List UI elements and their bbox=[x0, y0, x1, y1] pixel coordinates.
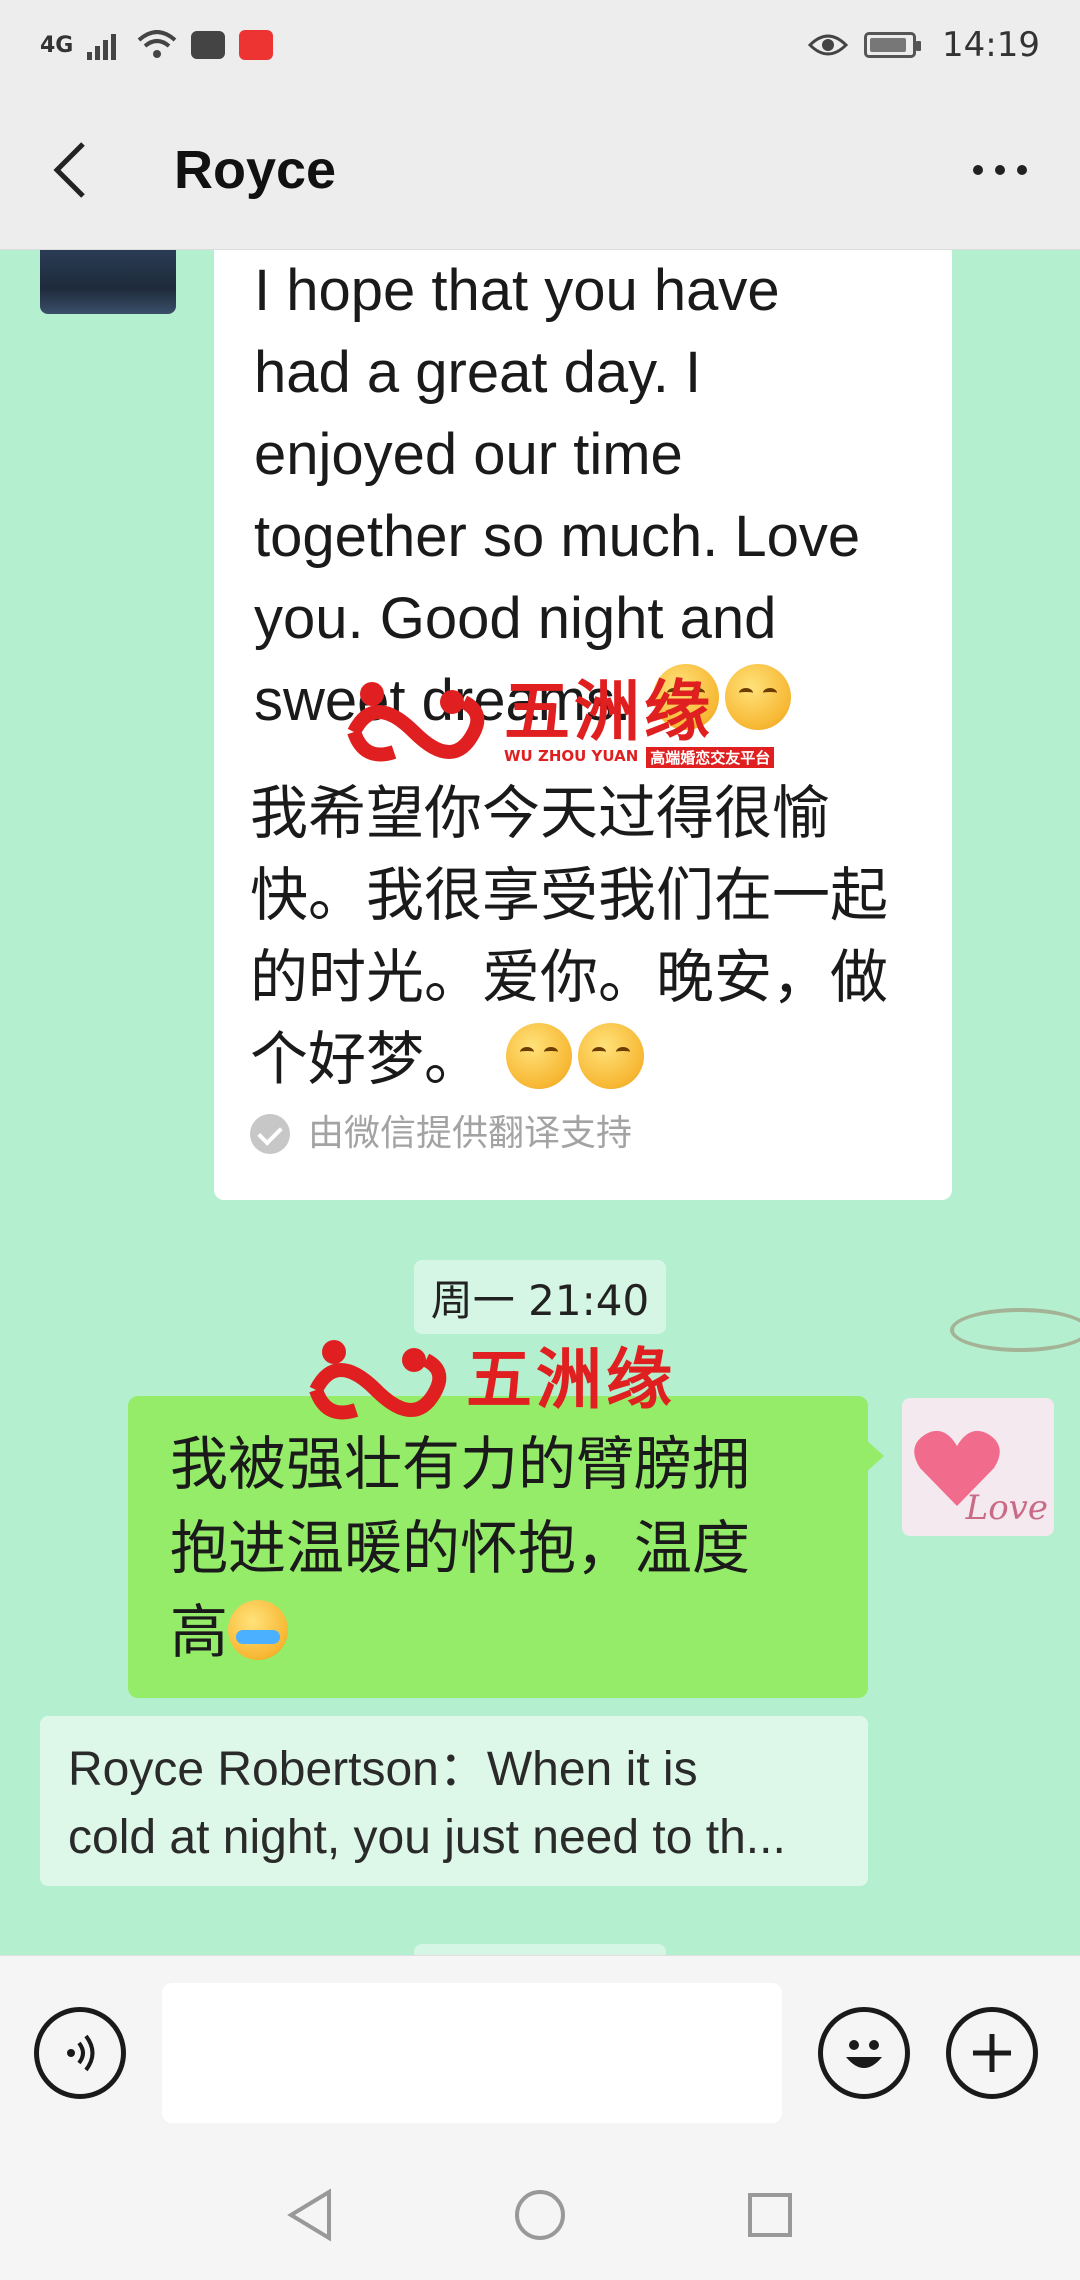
voice-icon bbox=[67, 2034, 95, 2072]
timestamp-label-partial bbox=[414, 1944, 666, 1955]
translation-bubble[interactable]: 我希望你今天过得很愉 快。我很享受我们在一起 的时光。爱你。晚安，做 个好梦。 … bbox=[214, 752, 952, 1200]
sent-message[interactable]: 我被强壮有力的臂膀拥 抱进温暖的怀抱，温度 高 bbox=[128, 1396, 868, 1698]
watermark: 五洲缘 bbox=[296, 1330, 676, 1430]
input-bar bbox=[0, 1955, 1080, 2150]
back-button[interactable] bbox=[40, 130, 100, 210]
network-label: 4G bbox=[40, 32, 74, 58]
chat-header: Royce bbox=[0, 90, 1080, 250]
timestamp-label: 周一 21:40 bbox=[414, 1260, 666, 1334]
watermark: 五洲缘 WU ZHOU YUAN 高端婚恋交友平台 bbox=[334, 672, 775, 772]
square-recents-icon bbox=[748, 2193, 792, 2237]
quote-line: cold at night, you just need to th... bbox=[68, 1811, 786, 1864]
message-line: 抱进温暖的怀抱，温度 bbox=[170, 1514, 751, 1582]
message-input[interactable] bbox=[162, 1983, 782, 2123]
nav-recents-button[interactable] bbox=[740, 2185, 800, 2245]
message-line: together so much. Love bbox=[254, 504, 861, 569]
wifi-icon bbox=[138, 30, 177, 58]
translation-note: 由微信提供翻译支持 bbox=[250, 1114, 916, 1154]
plus-icon bbox=[973, 2034, 1011, 2072]
message-line: you. Good night and bbox=[254, 586, 777, 651]
message-line: enjoyed our time bbox=[254, 422, 683, 487]
more-icon-dot bbox=[995, 164, 1005, 175]
emoji-icon bbox=[846, 2040, 882, 2068]
translation-line: 的时光。爱你。晚安，做 bbox=[250, 943, 889, 1011]
check-icon bbox=[250, 1114, 290, 1154]
kissing-emoji-icon bbox=[506, 1023, 573, 1089]
emoji-button[interactable] bbox=[818, 2007, 910, 2099]
watermark-en: WU ZHOU YUAN bbox=[504, 746, 639, 765]
kissing-emoji-icon bbox=[578, 1023, 645, 1089]
message-line: 我被强壮有力的臂膀拥 bbox=[170, 1430, 751, 1498]
translation-line: 我希望你今天过得很愉 bbox=[250, 779, 831, 847]
battery-icon bbox=[864, 32, 922, 58]
nav-back-button[interactable] bbox=[280, 2185, 340, 2245]
watermark-logo-icon bbox=[309, 1340, 447, 1420]
status-bar: 4G 14:19 bbox=[0, 0, 1080, 90]
watermark-logo-icon bbox=[347, 682, 485, 762]
quoted-message[interactable]: Royce Robertson：When it is cold at night… bbox=[40, 1716, 868, 1886]
translation-note-text: 由微信提供翻译支持 bbox=[308, 1113, 633, 1154]
plus-button[interactable] bbox=[946, 2007, 1038, 2099]
message-line: had a great day. I bbox=[254, 340, 702, 405]
chat-title: Royce bbox=[174, 139, 337, 200]
translation-line: 个好梦。 bbox=[250, 1025, 483, 1093]
message-line: 高 bbox=[170, 1598, 229, 1666]
nav-home-button[interactable] bbox=[510, 2185, 570, 2245]
voice-button[interactable] bbox=[34, 2007, 126, 2099]
triangle-back-icon bbox=[287, 2188, 331, 2242]
crying-laughing-emoji-icon bbox=[228, 1600, 289, 1660]
signal-icon bbox=[87, 34, 117, 60]
more-icon-dot bbox=[973, 164, 983, 175]
my-avatar[interactable]: Love bbox=[902, 1398, 1054, 1536]
chat-area[interactable]: I hope that you have had a great day. I … bbox=[0, 250, 1080, 1955]
bubble-tail bbox=[866, 1440, 884, 1472]
message-line: I hope that you have bbox=[254, 258, 780, 323]
navigation-bar bbox=[0, 2150, 1080, 2280]
watermark-text: 五洲缘 bbox=[466, 1341, 676, 1418]
quote-line: Royce Robertson：When it is bbox=[68, 1743, 698, 1796]
more-button[interactable] bbox=[960, 130, 1040, 210]
background-decoration bbox=[950, 1308, 1080, 1352]
huawei-icon bbox=[191, 31, 226, 59]
circle-home-icon bbox=[515, 2190, 565, 2240]
watermark-tag: 高端婚恋交友平台 bbox=[646, 746, 775, 768]
clock: 14:19 bbox=[942, 25, 1040, 65]
eye-icon bbox=[808, 34, 849, 56]
contact-avatar[interactable] bbox=[40, 250, 176, 314]
avatar-love-text: Love bbox=[965, 1488, 1048, 1528]
watermark-text: 五洲缘 bbox=[504, 672, 714, 750]
app-notification-icon bbox=[239, 30, 274, 60]
translation-line: 快。我很享受我们在一起 bbox=[250, 861, 889, 929]
back-icon bbox=[53, 141, 85, 198]
more-icon-dot bbox=[1017, 164, 1027, 175]
